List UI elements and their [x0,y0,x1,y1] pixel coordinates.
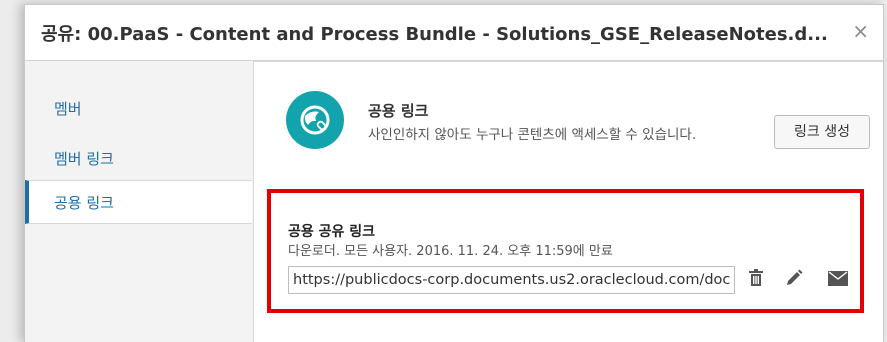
public-share-link-section: 공용 공유 링크 다운로더. 모든 사용자. 2016. 11. 24. 오후 … [267,189,864,313]
pencil-icon[interactable] [785,269,803,291]
close-icon[interactable]: × [852,19,869,43]
trash-icon[interactable] [748,269,764,291]
public-link-title: 공용 링크 [368,102,429,120]
dialog-titlebar: 공유: 00.PaaS - Content and Process Bundle… [25,5,883,61]
globe-link-icon [286,91,344,149]
share-link-meta: 다운로더. 모든 사용자. 2016. 11. 24. 오후 11:59에 만료 [288,244,613,259]
create-link-button[interactable]: 링크 생성 [774,115,870,149]
envelope-icon[interactable] [828,271,848,290]
sidebar: 멤버 멤버 링크 공용 링크 [25,61,253,342]
dialog-title: 공유: 00.PaaS - Content and Process Bundle… [41,24,828,45]
main-panel: 공용 링크 사인인하지 않아도 누구나 콘텐츠에 액세스할 수 있습니다. 링크… [253,61,883,342]
sidebar-item-members[interactable]: 멤버 [25,87,252,131]
share-dialog: 공유: 00.PaaS - Content and Process Bundle… [24,4,884,342]
public-link-description: 사인인하지 않아도 누구나 콘텐츠에 액세스할 수 있습니다. [368,127,697,143]
share-link-title: 공용 공유 링크 [288,224,376,240]
sidebar-item-public-link[interactable]: 공용 링크 [25,180,252,224]
share-url-field[interactable] [288,266,735,294]
sidebar-item-member-links[interactable]: 멤버 링크 [25,137,252,181]
